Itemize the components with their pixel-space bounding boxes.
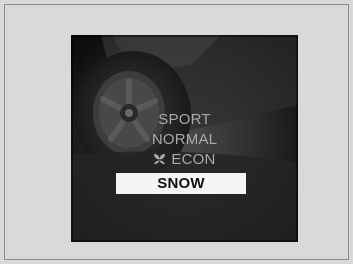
drive-mode-normal[interactable]: NORMAL	[71, 130, 298, 150]
drive-mode-econ[interactable]: ECON	[71, 150, 298, 170]
drive-mode-label: ECON	[171, 151, 216, 168]
drive-mode-snow[interactable]: SNOW	[116, 173, 246, 194]
drive-mode-label: NORMAL	[151, 131, 218, 148]
drive-mode-sport[interactable]: SPORT	[71, 110, 298, 130]
drive-mode-display: SPORT NORMAL ECON SNOW	[71, 35, 298, 242]
econ-leaf-icon	[154, 153, 166, 165]
figure-frame: SPORT NORMAL ECON SNOW	[4, 4, 349, 260]
drive-mode-label: SNOW	[157, 175, 205, 192]
drive-mode-list: SPORT NORMAL ECON SNOW	[71, 110, 298, 194]
drive-mode-label: SPORT	[158, 111, 211, 128]
